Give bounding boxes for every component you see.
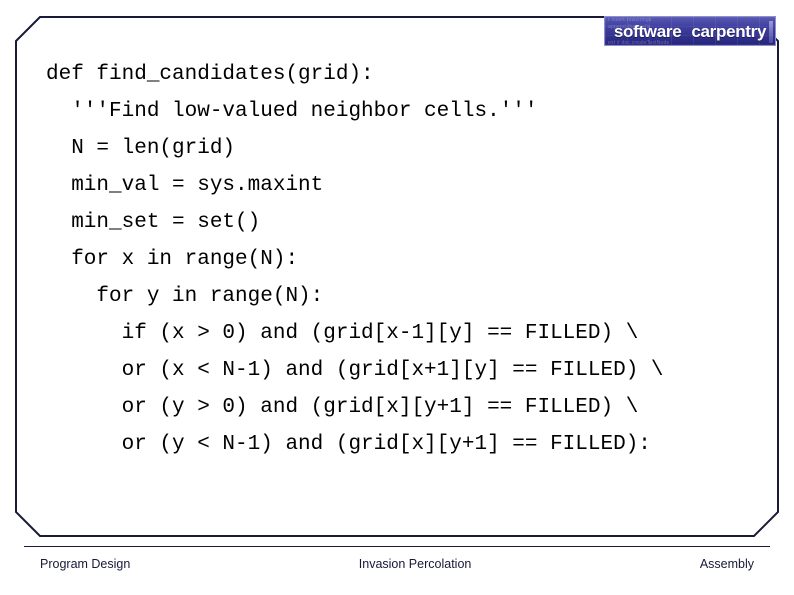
footer-topic-label: Invasion Percolation xyxy=(358,557,472,571)
slide-footer: Program Design Invasion Percolation Asse… xyxy=(24,552,770,576)
code-line: or (y < N-1) and (grid[x][y+1] == FILLED… xyxy=(46,433,651,456)
code-line: or (y > 0) and (grid[x][y+1] == FILLED) … xyxy=(46,396,639,419)
code-line: for y in range(N): xyxy=(46,285,324,308)
code-line: N = len(grid) xyxy=(46,137,236,160)
footer-section-label: Program Design xyxy=(40,557,131,571)
logo-word-software: software xyxy=(613,21,682,41)
code-line: min_set = set() xyxy=(46,211,261,234)
code-line: '''Find low-valued neighbor cells.''' xyxy=(46,100,538,123)
logo-word-carpentry: carpentry xyxy=(691,21,767,41)
code-line: min_val = sys.maxint xyxy=(46,174,324,197)
code-line: or (x < N-1) and (grid[x+1][y] == FILLED… xyxy=(46,359,664,382)
footer-divider xyxy=(24,546,770,547)
software-carpentry-logo: r insert-rawstrings append-the-prefix ex… xyxy=(604,16,776,46)
code-line: if (x > 0) and (grid[x-1][y] == FILLED) … xyxy=(46,322,639,345)
slide: r insert-rawstrings append-the-prefix ex… xyxy=(0,0,794,595)
code-block: def find_candidates(grid): '''Find low-v… xyxy=(46,56,766,463)
footer-category-label: Assembly xyxy=(699,557,754,571)
logo-edge-accent xyxy=(769,21,773,43)
code-line: def find_candidates(grid): xyxy=(46,63,374,86)
code-line: for x in range(N): xyxy=(46,248,299,271)
logo-wordmark: software carpentry xyxy=(605,17,775,45)
